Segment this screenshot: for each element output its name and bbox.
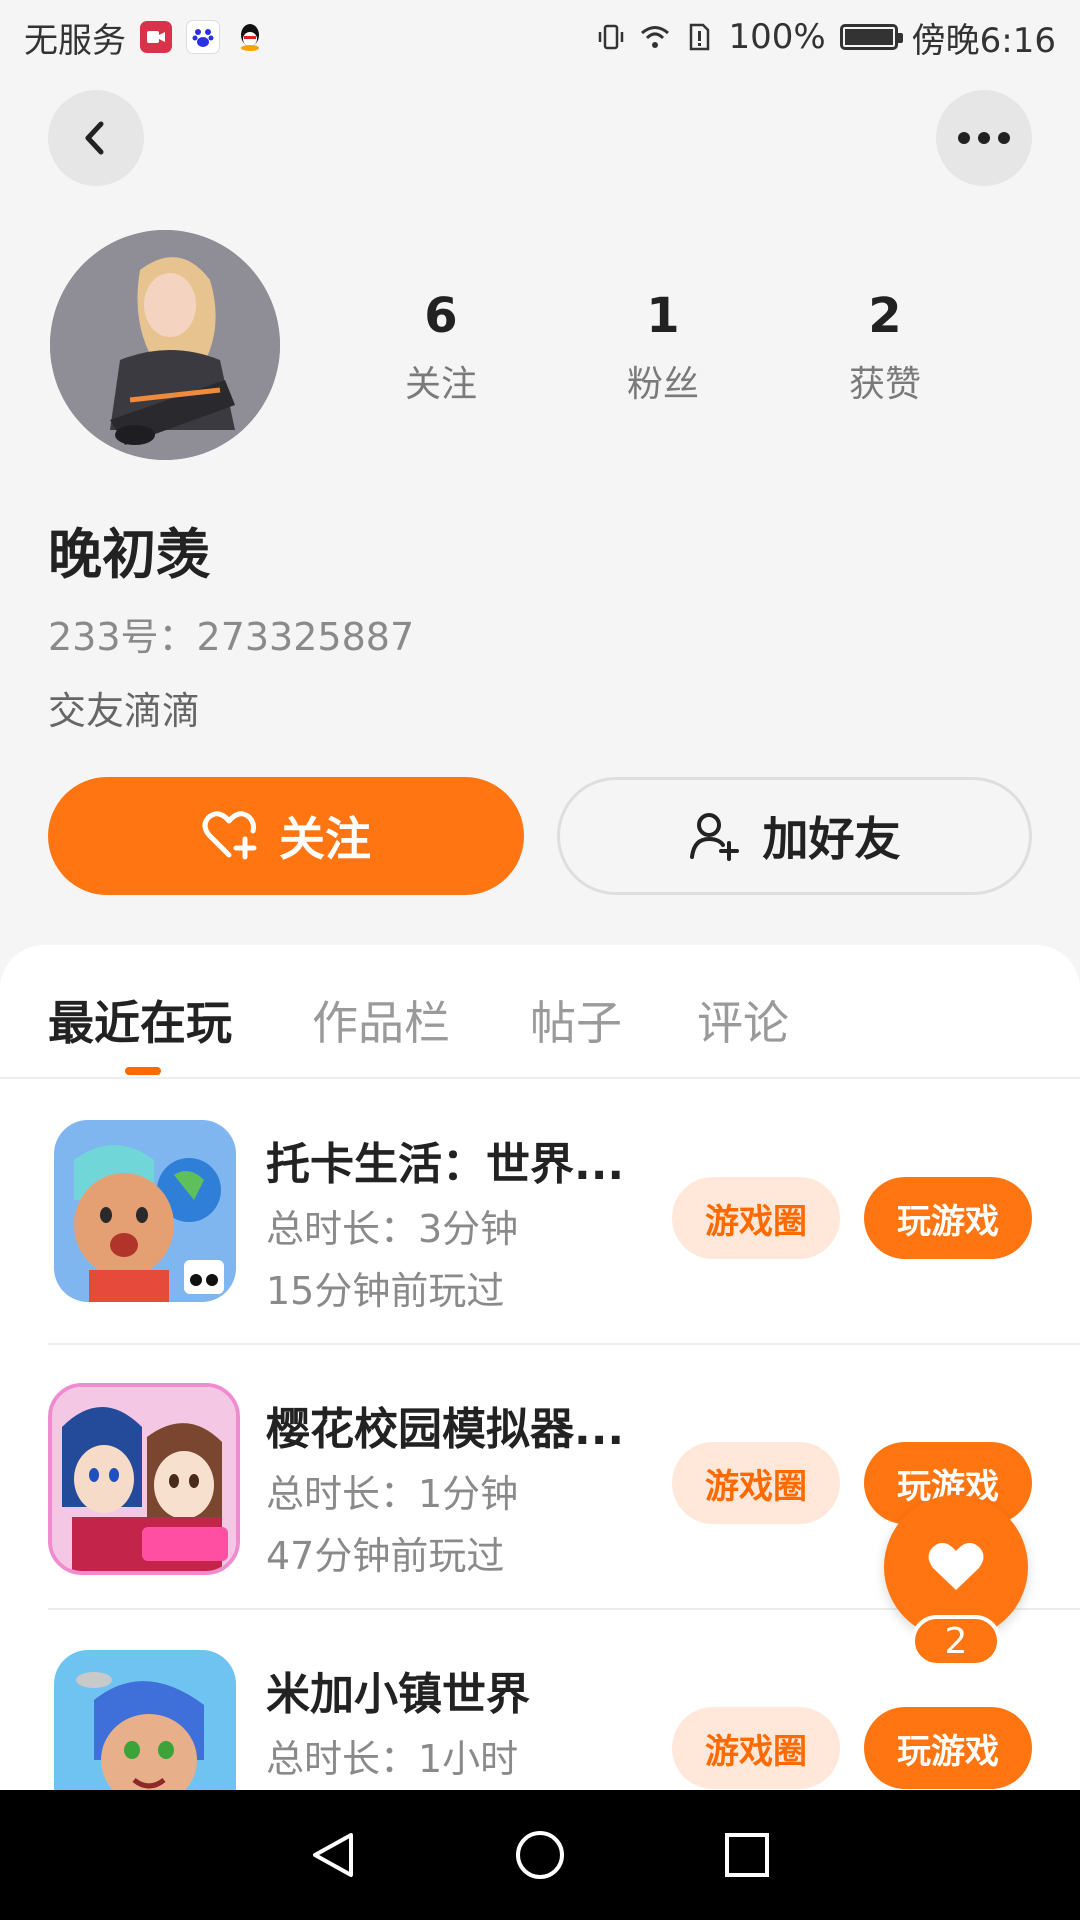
clock: 傍晚6:16	[911, 20, 1056, 61]
game-circle-button[interactable]: 游戏圈	[672, 1177, 840, 1259]
tab-posts[interactable]: 帖子	[530, 987, 622, 1053]
add-user-icon	[689, 813, 739, 861]
sim-alert-icon	[690, 23, 710, 51]
profile-id: 233号：273325887	[48, 615, 415, 659]
profile-name: 晚初羡	[48, 523, 210, 586]
heart-icon	[928, 1542, 984, 1590]
game-last-played: 15分钟前玩过	[266, 1269, 505, 1313]
nav-home-icon[interactable]	[514, 1829, 566, 1881]
stat-label: 粉丝	[626, 364, 699, 405]
tab-indicator	[125, 1067, 161, 1075]
carrier-text: 无服务	[24, 20, 126, 61]
screen-recorder-icon	[140, 21, 172, 53]
wifi-icon	[641, 26, 670, 48]
battery-icon	[839, 24, 903, 50]
play-game-button[interactable]: 玩游戏	[864, 1177, 1032, 1259]
heart-plus-icon	[202, 811, 257, 860]
tab-bar: 最近在玩 作品栏 帖子 评论	[0, 945, 1080, 1079]
game-icon[interactable]	[54, 1120, 236, 1302]
game-title: 托卡生活：世界...	[266, 1139, 625, 1190]
navigation-bar	[0, 1790, 1080, 1920]
chevron-left-icon	[85, 121, 104, 155]
game-last-played: 47分钟前玩过	[266, 1534, 505, 1578]
game-icon[interactable]	[48, 1383, 240, 1575]
tab-comments[interactable]: 评论	[697, 987, 789, 1053]
add-friend-button[interactable]: 加好友	[557, 777, 1032, 895]
game-title: 米加小镇世界	[266, 1669, 530, 1720]
vibrate-icon	[599, 24, 624, 50]
like-count-badge: 2	[911, 1615, 1001, 1667]
profile-stats: 6 关注 1 粉丝 2 获赞	[330, 285, 1050, 407]
game-title: 樱花校园模拟器...	[266, 1404, 625, 1455]
stat-fans[interactable]: 1 粉丝	[552, 285, 774, 407]
back-button[interactable]	[48, 90, 144, 186]
game-circle-button[interactable]: 游戏圈	[672, 1442, 840, 1524]
game-circle-button[interactable]: 游戏圈	[672, 1707, 840, 1789]
avatar[interactable]	[50, 230, 280, 460]
qq-icon	[234, 21, 266, 53]
stat-likes[interactable]: 2 获赞	[774, 285, 996, 407]
status-bar: 无服务 100% 傍晚6:16	[0, 0, 1080, 74]
baidu-icon	[186, 20, 220, 54]
tab-recently-played[interactable]: 最近在玩	[48, 987, 232, 1053]
stat-value: 1	[646, 288, 680, 344]
nav-back-icon[interactable]	[307, 1829, 359, 1881]
battery-percent: 100%	[728, 17, 826, 57]
game-duration: 总时长：1分钟	[266, 1472, 519, 1516]
stat-label: 关注	[404, 364, 477, 405]
profile-bio: 交友滴滴	[48, 689, 201, 733]
list-item[interactable]: 托卡生活：世界... 总时长：3分钟 15分钟前玩过 游戏圈 玩游戏	[48, 1080, 1080, 1345]
game-icon[interactable]	[54, 1650, 236, 1790]
more-dots-icon	[958, 132, 1010, 144]
stat-label: 获赞	[848, 364, 921, 405]
follow-button[interactable]: 关注	[48, 777, 524, 895]
nav-recents-icon[interactable]	[721, 1829, 773, 1881]
tab-works[interactable]: 作品栏	[312, 987, 450, 1053]
more-button[interactable]	[936, 90, 1032, 186]
stat-value: 6	[424, 288, 458, 344]
game-duration: 总时长：3分钟	[266, 1207, 519, 1251]
game-duration: 总时长：1小时	[266, 1737, 519, 1781]
content-panel: 最近在玩 作品栏 帖子 评论 托卡生活：世界... 总时长：3分钟 15分钟前玩…	[0, 945, 1080, 1790]
stat-following[interactable]: 6 关注	[330, 285, 552, 407]
add-friend-label: 加好友	[762, 812, 901, 866]
stat-value: 2	[868, 288, 902, 344]
play-game-button[interactable]: 玩游戏	[864, 1707, 1032, 1789]
list-item[interactable]: 米加小镇世界 总时长：1小时 游戏圈 玩游戏	[48, 1610, 1032, 1790]
follow-button-label: 关注	[279, 812, 371, 866]
